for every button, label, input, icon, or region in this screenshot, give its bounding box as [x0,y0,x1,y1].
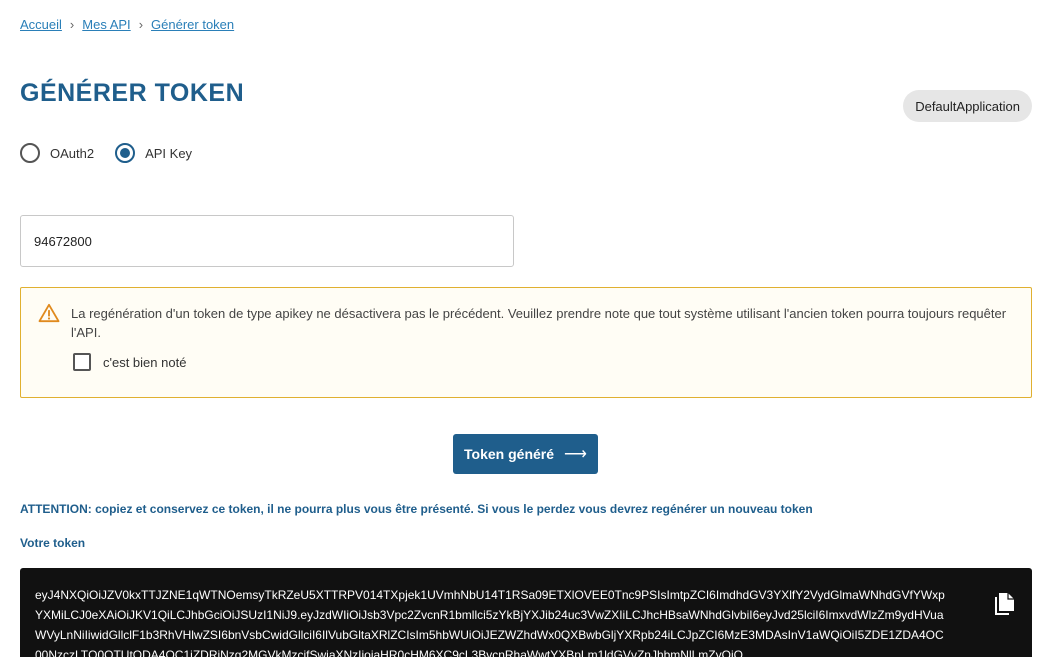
token-section-label: Votre token [20,536,86,550]
warning-message: La regénération d'un token de type apike… [71,306,1007,340]
attention-message: ATTENTION: copiez et conservez ce token,… [20,502,813,516]
breadcrumb-separator: › [69,17,75,32]
generate-token-label: Token généré [464,446,555,462]
acknowledge-checkbox-row[interactable]: c'est bien noté [73,353,186,371]
warning-box: La regénération d'un token de type apike… [20,287,1032,398]
warning-triangle-icon [38,303,60,323]
application-badge[interactable]: DefaultApplication [903,90,1032,122]
radio-api-key-circle[interactable] [115,143,136,163]
breadcrumb: Accueil › Mes API › Générer token [20,17,234,32]
arrow-right-icon: ⟶ [564,446,587,463]
radio-api-key[interactable]: API Key [115,143,192,163]
acknowledge-label: c'est bien noté [103,354,187,370]
acknowledge-checkbox[interactable] [73,353,91,371]
breadcrumb-separator: › [138,17,144,32]
radio-oauth2-circle[interactable] [20,143,40,163]
breadcrumb-home-link[interactable]: Accueil [20,17,62,32]
breadcrumb-current-link[interactable]: Générer token [151,17,234,32]
radio-api-key-label: API Key [145,145,193,161]
radio-oauth2[interactable]: OAuth2 [20,143,94,163]
radio-oauth2-label: OAuth2 [50,145,95,161]
token-duration-input[interactable] [20,215,514,267]
copy-icon[interactable] [994,592,1016,616]
token-value[interactable]: eyJ4NXQiOiJZV0kxTTJZNE1qWTNOemsyTkRZeU5X… [35,585,950,657]
token-display-box: eyJ4NXQiOiJZV0kxTTJZNE1qWTNOemsyTkRZeU5X… [20,568,1032,657]
breadcrumb-mes-api-link[interactable]: Mes API [82,17,130,32]
auth-type-radio-group: OAuth2 API Key [20,143,213,163]
page-title: GÉNÉRER TOKEN [20,79,245,107]
generate-token-button[interactable]: Token généré ⟶ [453,434,598,474]
